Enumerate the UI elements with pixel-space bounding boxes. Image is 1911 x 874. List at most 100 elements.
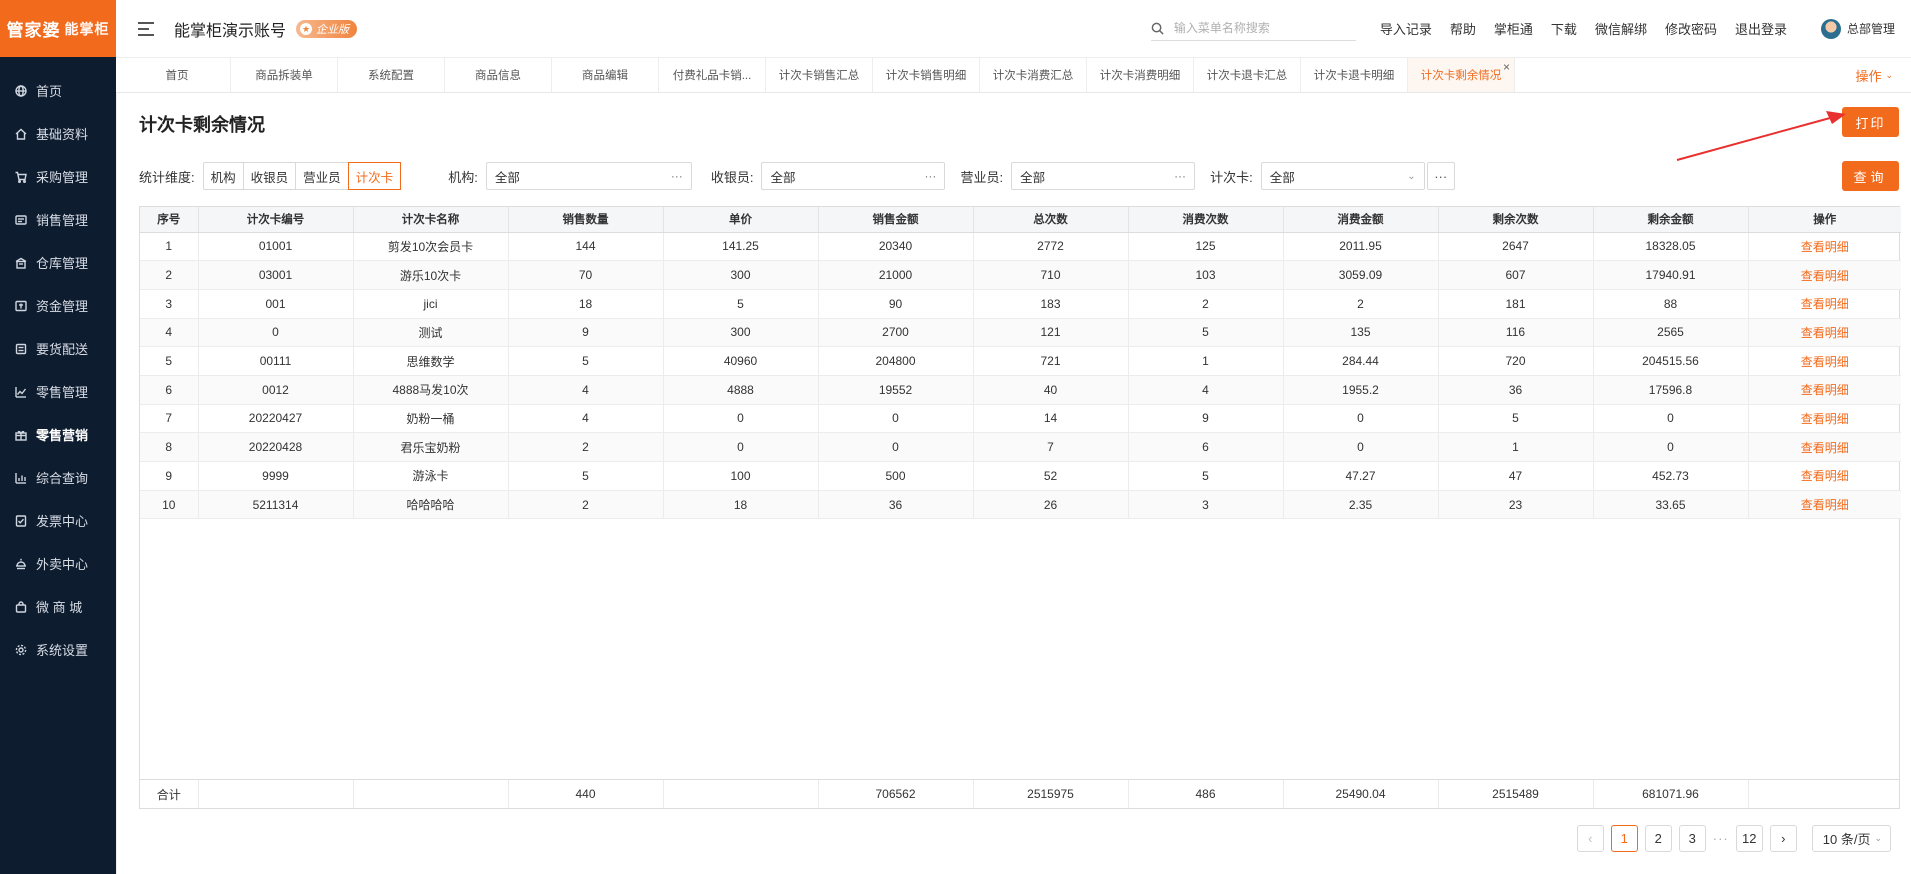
view-detail-link[interactable]: 查看明细 xyxy=(1801,326,1849,340)
table-cell: 204800 xyxy=(818,346,974,376)
table-cell: 9 xyxy=(508,318,664,348)
sales-icon xyxy=(14,213,28,227)
menu-search-input[interactable] xyxy=(1173,21,1344,35)
view-detail-link[interactable]: 查看明细 xyxy=(1801,469,1849,483)
close-icon[interactable]: × xyxy=(1503,60,1510,74)
table-cell: 9 xyxy=(1128,404,1284,434)
table-cell: 0 xyxy=(663,432,819,462)
sidebar-item-4[interactable]: 销售管理 xyxy=(0,198,116,241)
link-help[interactable]: 帮助 xyxy=(1450,19,1476,38)
dimension-cashier[interactable]: 收银员 xyxy=(244,163,297,189)
link-zhanggui-tong[interactable]: 掌柜通 xyxy=(1494,19,1533,38)
tab-11[interactable]: 计次卡退卡汇总 xyxy=(1194,58,1301,92)
page-2-button[interactable]: 2 xyxy=(1644,825,1672,852)
sidebar-item-9[interactable]: 零售营销 xyxy=(0,413,116,456)
sidebar-item-8[interactable]: 零售管理 xyxy=(0,370,116,413)
sidebar-item-11[interactable]: 发票中心 xyxy=(0,499,116,542)
tab-8[interactable]: 计次卡销售明细 xyxy=(873,58,980,92)
tab-9[interactable]: 计次卡消费汇总 xyxy=(980,58,1087,92)
dimension-org[interactable]: 机构 xyxy=(204,163,244,189)
table-cell: 4 xyxy=(1128,375,1284,405)
tab-5[interactable]: 商品编辑 xyxy=(552,58,659,92)
tab-7[interactable]: 计次卡销售汇总 xyxy=(766,58,873,92)
tab-label: 首页 xyxy=(165,70,189,82)
sidebar-item-12[interactable]: 外卖中心 xyxy=(0,542,116,585)
view-detail-link[interactable]: 查看明细 xyxy=(1801,412,1849,426)
tab-operations-dropdown[interactable]: 操作 ⌄ xyxy=(1855,58,1893,92)
card-more-button[interactable]: ··· xyxy=(1426,162,1455,190)
brand-logo[interactable]: 管家婆 能掌柜 xyxy=(0,0,116,57)
page-ellipsis[interactable]: ··· xyxy=(1713,831,1729,846)
sidebar-item-label: 微 商 城 xyxy=(36,600,83,615)
org-select[interactable]: 全部 ··· xyxy=(485,162,692,190)
dimension-salesperson[interactable]: 营业员 xyxy=(296,163,349,189)
sidebar-item-5[interactable]: 仓库管理 xyxy=(0,241,116,284)
table-cell: 18 xyxy=(508,289,664,319)
tab-label: 计次卡消费汇总 xyxy=(992,70,1074,82)
page-1-button[interactable]: 1 xyxy=(1610,825,1638,852)
link-import-records[interactable]: 导入记录 xyxy=(1380,19,1432,38)
print-button[interactable]: 打印 xyxy=(1842,107,1899,137)
top-header: 能掌柜演示账号 ★ 企业版 导入记录 帮助 掌柜通 下载 微信解绑 修改密码 退… xyxy=(116,0,1911,57)
table-cell: 剪发10次会员卡 xyxy=(353,232,509,262)
view-detail-link[interactable]: 查看明细 xyxy=(1801,355,1849,369)
card-select[interactable]: 全部 ⌄ xyxy=(1260,162,1425,190)
tab-12[interactable]: 计次卡退卡明细 xyxy=(1301,58,1408,92)
tab-label: 系统配置 xyxy=(368,70,414,82)
user-menu[interactable]: 总部管理 xyxy=(1820,18,1895,39)
query-button[interactable]: 查询 xyxy=(1842,161,1899,191)
view-detail-link[interactable]: 查看明细 xyxy=(1801,441,1849,455)
table-cell: 720 xyxy=(1438,346,1594,376)
pagination: ‹ 1 2 3 ··· 12 › 10 条/页 ⌄ xyxy=(1576,825,1891,852)
sidebar-item-13[interactable]: 微 商 城 xyxy=(0,585,116,628)
link-change-password[interactable]: 修改密码 xyxy=(1665,19,1717,38)
tab-4[interactable]: 商品信息 xyxy=(445,58,552,92)
table-cell: 哈哈哈哈 xyxy=(353,490,509,520)
table-cell: 游乐10次卡 xyxy=(353,260,509,290)
view-detail-link[interactable]: 查看明细 xyxy=(1801,297,1849,311)
tab-10[interactable]: 计次卡消费明细 xyxy=(1087,58,1194,92)
link-wechat-unbind[interactable]: 微信解绑 xyxy=(1595,19,1647,38)
table-cell: 2 xyxy=(508,432,664,462)
salesperson-select[interactable]: 全部 ··· xyxy=(1011,162,1196,190)
sidebar-item-label: 系统设置 xyxy=(36,643,89,658)
view-detail-link[interactable]: 查看明细 xyxy=(1801,383,1849,397)
link-logout[interactable]: 退出登录 xyxy=(1735,19,1787,38)
menu-toggle-icon[interactable] xyxy=(138,21,154,36)
table-cell: 2772 xyxy=(973,232,1129,262)
table-cell: 0 xyxy=(1593,432,1749,462)
page-last-button[interactable]: 12 xyxy=(1735,825,1763,852)
sidebar-item-14[interactable]: 系统设置 xyxy=(0,628,116,671)
sidebar-item-6[interactable]: 资金管理 xyxy=(0,284,116,327)
prev-page-button[interactable]: ‹ xyxy=(1576,825,1604,852)
table-row: 4 0 测试 9 300 2700 121 5 135 116 2565 查看明细 xyxy=(140,318,1901,348)
sidebar-item-10[interactable]: 综合查询 xyxy=(0,456,116,499)
tab-13[interactable]: 计次卡剩余情况 × xyxy=(1408,58,1515,92)
page-size-select[interactable]: 10 条/页 ⌄ xyxy=(1811,825,1891,852)
view-detail-link[interactable]: 查看明细 xyxy=(1801,498,1849,512)
next-page-button[interactable]: › xyxy=(1769,825,1797,852)
view-detail-link[interactable]: 查看明细 xyxy=(1801,240,1849,254)
view-detail-cell: 查看明细 xyxy=(1748,461,1901,491)
tab-1[interactable]: 首页 xyxy=(124,58,231,92)
table-cell: 001 xyxy=(198,289,354,319)
cashier-select[interactable]: 全部 ··· xyxy=(761,162,946,190)
tab-label: 付费礼品卡销... xyxy=(672,70,752,82)
tab-6[interactable]: 付费礼品卡销... xyxy=(659,58,766,92)
page-3-button[interactable]: 3 xyxy=(1678,825,1706,852)
sidebar-item-7[interactable]: 要货配送 xyxy=(0,327,116,370)
tab-2[interactable]: 商品拆装单 xyxy=(231,58,338,92)
table-cell: 144 xyxy=(508,232,664,262)
table-cell: 17596.8 xyxy=(1593,375,1749,405)
sidebar-item-2[interactable]: 基础资料 xyxy=(0,112,116,155)
table-cell: 5 xyxy=(508,461,664,491)
sidebar-item-1[interactable]: 首页 xyxy=(0,69,116,112)
sidebar-item-3[interactable]: 采购管理 xyxy=(0,155,116,198)
table-cell: 0 xyxy=(818,432,974,462)
salesperson-value: 全部 xyxy=(1020,170,1046,185)
link-download[interactable]: 下载 xyxy=(1551,19,1577,38)
tab-3[interactable]: 系统配置 xyxy=(338,58,445,92)
view-detail-link[interactable]: 查看明细 xyxy=(1801,269,1849,283)
search-icon xyxy=(1151,22,1164,35)
dimension-card[interactable]: 计次卡 xyxy=(347,162,402,190)
